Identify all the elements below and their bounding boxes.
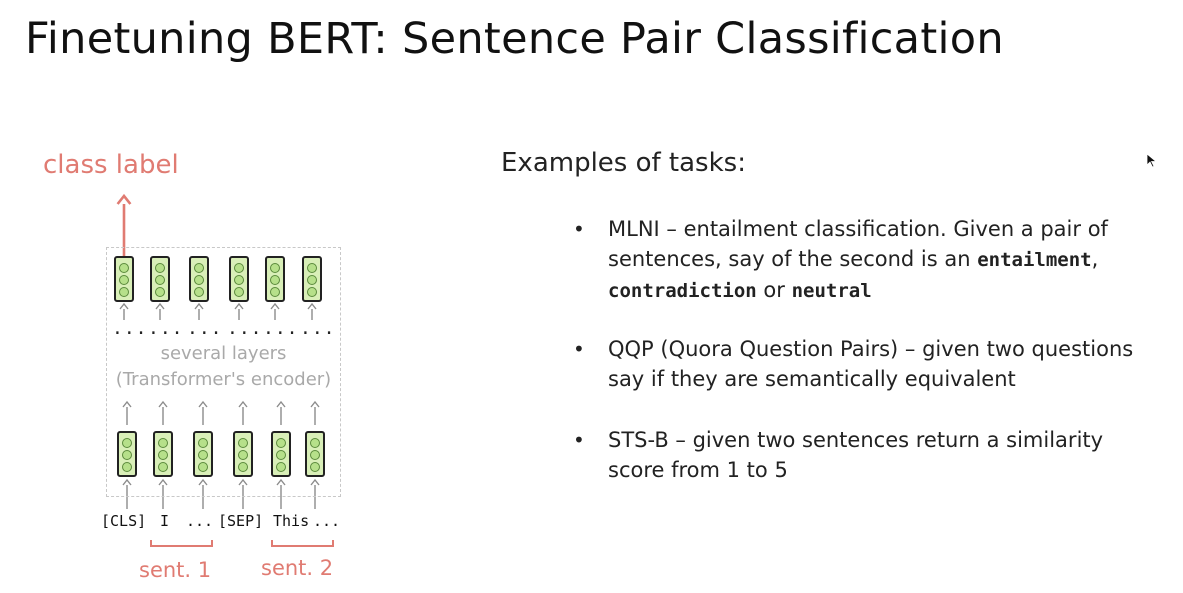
ellipsis-3: ... — [227, 318, 263, 339]
embedding-dot — [238, 462, 248, 472]
top-embedding-1 — [150, 256, 170, 302]
embedding-dot — [310, 450, 320, 460]
task-name-qqp: QQP (Quora Question Pairs) — [608, 337, 899, 361]
embedding-dot — [122, 450, 132, 460]
embedding-dot — [194, 275, 204, 285]
embedding-dot — [198, 450, 208, 460]
ellipsis-0: ... — [112, 318, 148, 339]
separator-comma: , — [1091, 247, 1099, 271]
embedding-dot — [234, 275, 244, 285]
embedding-dot — [158, 450, 168, 460]
embedding-dot — [310, 438, 320, 448]
embedding-dot — [198, 438, 208, 448]
embedding-dot — [155, 263, 165, 273]
sentence-2-label: sent. 2 — [261, 556, 334, 580]
example-mlni: • MLNI – entailment classification. Give… — [573, 214, 1168, 306]
embedding-dot — [276, 450, 286, 460]
bullet-marker: • — [573, 428, 585, 452]
top-embedding-0 — [114, 256, 134, 302]
example-stsb: • STS-B – given two sentences return a s… — [573, 425, 1148, 485]
token-sep: [SEP] — [218, 512, 264, 530]
class-arrow-head — [116, 193, 132, 205]
examples-heading: Examples of tasks: — [501, 148, 746, 178]
task-name-stsb: STS-B — [608, 428, 669, 452]
ellipsis-5: ... — [300, 318, 336, 339]
bottom-embedding-2 — [193, 431, 213, 477]
mouse-cursor-icon — [1146, 153, 1158, 168]
task-name-mlni: MLNI — [608, 217, 660, 241]
term-neutral: neutral — [791, 280, 872, 302]
bottom-embedding-0 — [117, 431, 137, 477]
bert-diagram: class label .................. several l… — [0, 0, 360, 593]
token-i: I — [160, 512, 170, 530]
embedding-dot — [122, 438, 132, 448]
embedding-dot — [194, 287, 204, 297]
embedding-dot — [238, 450, 248, 460]
ellipsis-1: ... — [148, 318, 184, 339]
embedding-dot — [155, 275, 165, 285]
task-description-stsb: – given two sentences return a similarit… — [608, 428, 1104, 482]
embedding-dot — [119, 287, 129, 297]
bullet-marker: • — [573, 217, 585, 241]
ellipsis-2: ... — [187, 318, 223, 339]
token-this: This — [273, 512, 310, 530]
sentence-2-bracket — [271, 540, 334, 547]
embedding-dot — [155, 287, 165, 297]
embedding-dot — [238, 438, 248, 448]
embedding-dot — [270, 263, 280, 273]
top-embedding-2 — [189, 256, 209, 302]
embedding-dot — [119, 263, 129, 273]
separator-or: or — [756, 278, 792, 302]
token-ellipsis-2: ... — [313, 512, 341, 530]
embedding-dot — [307, 263, 317, 273]
example-qqp: • QQP (Quora Question Pairs) – given two… — [573, 334, 1168, 394]
bottom-embedding-5 — [305, 431, 325, 477]
embedding-dot — [276, 438, 286, 448]
top-embedding-4 — [265, 256, 285, 302]
embedding-dot — [158, 462, 168, 472]
encoder-label: (Transformer's encoder) — [115, 369, 332, 390]
top-embedding-3 — [229, 256, 249, 302]
sentence-1-label: sent. 1 — [139, 558, 212, 582]
embedding-dot — [307, 275, 317, 285]
token-ellipsis-1: ... — [186, 512, 214, 530]
embedding-dot — [276, 462, 286, 472]
sentence-1-bracket — [150, 540, 213, 547]
top-embedding-5 — [302, 256, 322, 302]
term-contradiction: contradiction — [608, 280, 757, 302]
embedding-dot — [194, 263, 204, 273]
embedding-dot — [270, 287, 280, 297]
bottom-embedding-4 — [271, 431, 291, 477]
term-entailment: entailment — [977, 249, 1092, 271]
embedding-dot — [119, 275, 129, 285]
ellipsis-4: ... — [263, 318, 299, 339]
embedding-dot — [234, 287, 244, 297]
layers-label: several layers — [160, 343, 287, 364]
bottom-embedding-3 — [233, 431, 253, 477]
bullet-marker: • — [573, 337, 585, 361]
embedding-dot — [270, 275, 280, 285]
embedding-dot — [307, 287, 317, 297]
embedding-dot — [310, 462, 320, 472]
token-cls: [CLS] — [101, 512, 147, 530]
embedding-dot — [234, 263, 244, 273]
embedding-dot — [158, 438, 168, 448]
embedding-dot — [122, 462, 132, 472]
bottom-embedding-1 — [153, 431, 173, 477]
embedding-dot — [198, 462, 208, 472]
